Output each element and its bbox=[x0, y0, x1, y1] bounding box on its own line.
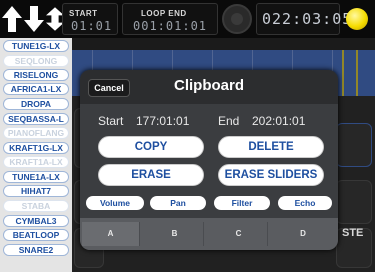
arrow-up-icon[interactable] bbox=[2, 6, 22, 32]
arrow-down-icon[interactable] bbox=[24, 6, 44, 32]
track-list: TUNE1G-LX SEQLONG RISELONG AFRICA1-LX DR… bbox=[0, 38, 72, 272]
track-item[interactable]: RISELONG bbox=[3, 69, 69, 81]
start-range-label: Start bbox=[98, 114, 124, 128]
track-item[interactable]: TUNE1A-LX bbox=[3, 171, 69, 183]
track-item[interactable]: DROPA bbox=[3, 98, 69, 110]
start-label: START bbox=[69, 9, 98, 18]
track-item[interactable]: SEQLONG bbox=[3, 55, 69, 67]
tab-d[interactable]: D bbox=[274, 222, 332, 246]
track-item[interactable]: KRAFT1G-LX bbox=[3, 142, 69, 154]
track-item[interactable]: CYMBAL3 bbox=[3, 215, 69, 227]
volume-button[interactable]: Volume bbox=[86, 196, 144, 210]
echo-button[interactable]: Echo bbox=[278, 196, 332, 210]
pan-button[interactable]: Pan bbox=[150, 196, 206, 210]
track-item[interactable]: TUNE1G-LX bbox=[3, 40, 69, 52]
track-item[interactable]: BEATLOOP bbox=[3, 229, 69, 241]
record-button[interactable] bbox=[222, 4, 252, 34]
track-item[interactable]: PIANOFLANG bbox=[3, 127, 69, 139]
start-value: 01:01 bbox=[71, 19, 113, 33]
end-range-label: End bbox=[218, 114, 240, 128]
track-item[interactable]: HIHAT7 bbox=[3, 185, 69, 197]
dialog-header: Cancel Clipboard bbox=[80, 70, 338, 104]
end-range-value[interactable]: 202:01:01 bbox=[252, 114, 305, 128]
time-value: 022:03:05 bbox=[262, 10, 353, 28]
start-range-value[interactable]: 177:01:01 bbox=[136, 114, 189, 128]
track-item[interactable]: SEQBASSA-L bbox=[3, 113, 69, 125]
track-item[interactable]: SNARE2 bbox=[3, 244, 69, 256]
background-button-label: STE bbox=[342, 227, 364, 239]
erase-button[interactable]: ERASE bbox=[98, 164, 204, 186]
copy-button[interactable]: COPY bbox=[98, 136, 204, 158]
time-display: 022:03:05 bbox=[256, 3, 351, 35]
filter-button[interactable]: Filter bbox=[214, 196, 270, 210]
transport-bar: START 01:01 LOOP END 001:01:01 022:03:05 bbox=[0, 0, 375, 38]
loop-end-label: LOOP END bbox=[141, 9, 187, 18]
tab-c[interactable]: C bbox=[210, 222, 268, 246]
loop-end-display[interactable]: LOOP END 001:01:01 bbox=[122, 3, 218, 35]
clipboard-dialog: Cancel Clipboard Start 177:01:01 End 202… bbox=[80, 70, 338, 250]
start-display[interactable]: START 01:01 bbox=[62, 3, 118, 35]
track-group-tabs: A B C D bbox=[80, 218, 338, 250]
loop-end-value: 001:01:01 bbox=[133, 19, 208, 33]
erase-sliders-button[interactable]: ERASE SLIDERS bbox=[218, 164, 324, 186]
tab-a[interactable]: A bbox=[82, 222, 140, 246]
tab-b[interactable]: B bbox=[146, 222, 204, 246]
track-item[interactable]: STABA bbox=[3, 200, 69, 212]
dialog-title: Clipboard bbox=[174, 77, 244, 94]
track-item[interactable]: AFRICA1-LX bbox=[3, 83, 69, 95]
play-indicator-led[interactable] bbox=[346, 8, 368, 30]
delete-button[interactable]: DELETE bbox=[218, 136, 324, 158]
track-item[interactable]: KRAFT1A-LX bbox=[3, 156, 69, 168]
